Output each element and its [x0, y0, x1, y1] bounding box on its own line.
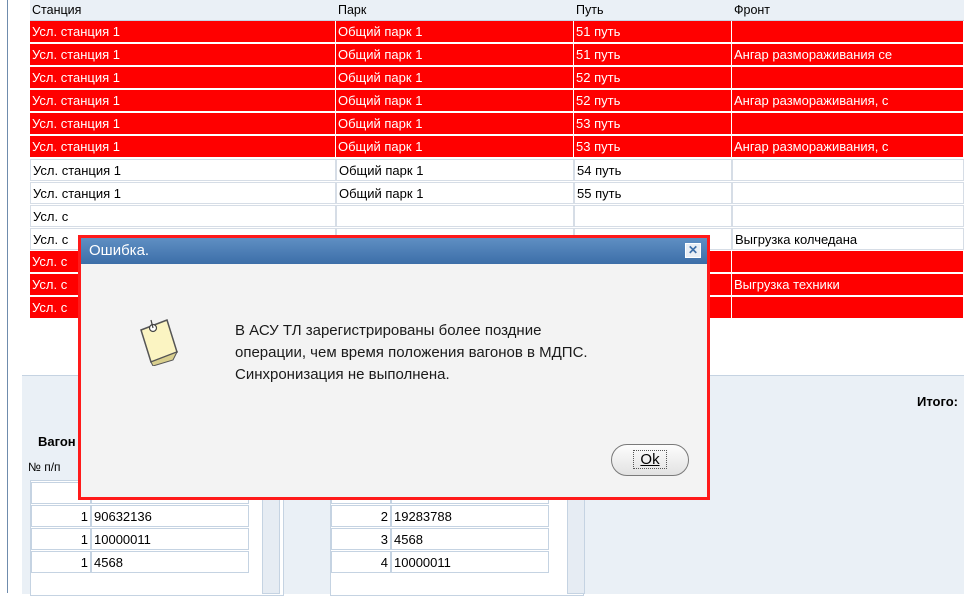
cell-front [732, 21, 964, 43]
ok-button-label: Ok [633, 450, 667, 469]
cell-path: 54 путь [574, 159, 732, 181]
cell-front [732, 113, 964, 135]
cell-park: Общий парк 1 [336, 67, 574, 89]
table-header: Станция Парк Путь Фронт [30, 0, 964, 21]
table-row[interactable]: Усл. станция 1 Общий парк 1 52 путь Ангар р… [30, 90, 964, 112]
table-row[interactable]: Усл. станция 1 Общий парк 1 55 путь [30, 182, 964, 204]
table-row[interactable]: Усл. станция 1 Общий парк 1 51 путь Ангар р… [30, 44, 964, 66]
cell-front: Выгрузка техники [732, 274, 964, 296]
dialog-title: Ошибка. [89, 242, 150, 259]
table-row[interactable]: Усл. станция 1 Общий парк 1 53 путь [30, 113, 964, 135]
column-header-station[interactable]: Станция [32, 3, 81, 17]
cell-front [732, 205, 964, 227]
message-line: операции, чем время положения вагонов в … [235, 344, 588, 361]
cell-park: Общий парк 1 [336, 90, 574, 112]
wagon-number: 3 [331, 528, 391, 550]
cell-path: 51 путь [574, 21, 732, 43]
close-button[interactable]: ✕ [685, 243, 701, 258]
dialog-titlebar[interactable]: Ошибка. ✕ [81, 238, 707, 264]
dialog-message: В АСУ ТЛ зарегистрированы более поздние … [235, 320, 695, 386]
cell-park: Общий парк 1 [336, 159, 574, 181]
window-left-border [7, 0, 8, 593]
cell-path: 52 путь [574, 90, 732, 112]
total-label: Итого: [917, 394, 958, 409]
cell-station: Усл. станция 1 [30, 21, 336, 43]
table-row[interactable]: Усл. станция 1 Общий парк 1 54 путь [30, 159, 964, 181]
table-row[interactable]: Усл. станция 1 Общий парк 1 53 путь Ангар р… [30, 136, 964, 158]
wagon-number: 1 [31, 505, 91, 527]
cell-park: Общий парк 1 [336, 113, 574, 135]
cell-station: Усл. станция 1 [30, 159, 336, 181]
cell-front: Ангар размораживания се [732, 44, 964, 66]
column-header-path[interactable]: Путь [576, 3, 603, 17]
cell-park: Общий парк 1 [336, 136, 574, 158]
wagon-number: 1 [31, 551, 91, 573]
cell-park [336, 205, 574, 227]
cell-path: 53 путь [574, 113, 732, 135]
column-header-number: № п/п [28, 460, 61, 474]
cell-station: Усл. станция 1 [30, 136, 336, 158]
cell-path: 52 путь [574, 67, 732, 89]
column-header-park[interactable]: Парк [338, 3, 366, 17]
wagon-number: 2 [331, 505, 391, 527]
cell-front [732, 182, 964, 204]
column-header-front[interactable]: Фронт [734, 3, 770, 17]
wagon-id[interactable]: 10000011 [91, 528, 249, 550]
close-icon: ✕ [687, 243, 699, 257]
table-row[interactable]: Усл. станция 1 Общий парк 1 51 путь [30, 21, 964, 43]
table-row[interactable]: Усл. с [30, 205, 964, 227]
cell-path [574, 205, 732, 227]
note-icon [140, 319, 179, 366]
cell-park: Общий парк 1 [336, 182, 574, 204]
wagon-id[interactable]: 90632136 [91, 505, 249, 527]
cell-front: Ангар размораживания, с [732, 90, 964, 112]
cell-path: 53 путь [574, 136, 732, 158]
error-dialog: Ошибка. ✕ В АСУ ТЛ зарегистрированы боле… [78, 235, 710, 500]
wagon-id[interactable]: 4568 [91, 551, 249, 573]
wagon-id[interactable]: 4568 [391, 528, 549, 550]
cell-park: Общий парк 1 [336, 21, 574, 43]
cell-front: Выгрузка колчедана [732, 228, 964, 250]
cell-front [732, 297, 964, 319]
cell-path: 51 путь [574, 44, 732, 66]
wagon-id[interactable]: 19283788 [391, 505, 549, 527]
message-line: В АСУ ТЛ зарегистрированы более поздние [235, 322, 542, 339]
table-row[interactable]: Усл. станция 1 Общий парк 1 52 путь [30, 67, 964, 89]
cell-station: Усл. станция 1 [30, 67, 336, 89]
cell-station: Усл. станция 1 [30, 90, 336, 112]
cell-station: Усл. с [30, 205, 336, 227]
cell-front: Ангар размораживания, с [732, 136, 964, 158]
wagons-section-title: Вагон [38, 434, 76, 449]
cell-station: Усл. станция 1 [30, 113, 336, 135]
cell-station: Усл. станция 1 [30, 182, 336, 204]
message-line: Синхронизация не выполнена. [235, 366, 450, 383]
ok-button[interactable]: Ok [611, 444, 689, 476]
wagon-number: 1 [31, 528, 91, 550]
cell-station: Усл. станция 1 [30, 44, 336, 66]
cell-front [732, 67, 964, 89]
cell-front [732, 251, 964, 273]
wagon-number: 4 [331, 551, 391, 573]
wagon-id[interactable]: 10000011 [391, 551, 549, 573]
cell-park: Общий парк 1 [336, 44, 574, 66]
cell-front [732, 159, 964, 181]
cell-path: 55 путь [574, 182, 732, 204]
